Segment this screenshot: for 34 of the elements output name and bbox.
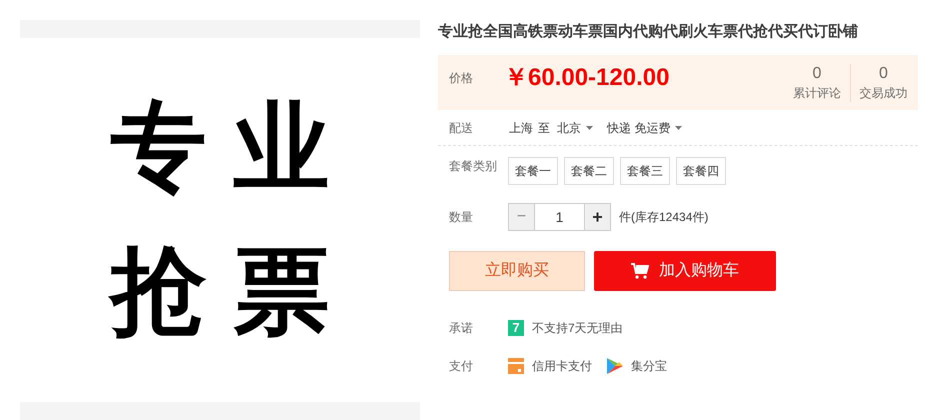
stat-label: 交易成功 [860, 84, 908, 102]
add-to-cart-button[interactable]: 加入购物车 [594, 251, 776, 291]
destination-dropdown[interactable]: 北京 [557, 118, 593, 136]
cart-icon [631, 263, 649, 279]
card-icon [508, 358, 524, 374]
caret-icon [586, 126, 593, 130]
play-triangle-icon [607, 358, 623, 374]
price-value: ￥60.00-120.00 [504, 62, 670, 92]
stat-label: 累计评论 [793, 84, 841, 102]
increase-button[interactable]: + [584, 203, 611, 231]
seven-day-badge: 7 [508, 320, 524, 336]
promise-label: 承诺 [449, 320, 474, 337]
shipping-dropdown[interactable]: 快递 免运费 [607, 118, 682, 136]
package-option[interactable]: 套餐四 [676, 157, 726, 185]
stat-count: 0 [879, 64, 888, 84]
price-label: 价格 [449, 70, 474, 86]
package-option[interactable]: 套餐三 [620, 157, 670, 185]
quantity-label: 数量 [449, 209, 474, 226]
delivery-from: 上海 [509, 120, 533, 136]
product-image-text: 抢 票 [110, 244, 330, 340]
payment-method: 信用卡支付 [532, 358, 592, 375]
promise-text: 不支持7天无理由 [532, 320, 623, 337]
delivery-label: 配送 [449, 120, 474, 136]
payment-label: 支付 [449, 358, 474, 375]
delivery-to-word: 至 [538, 120, 550, 136]
stat-count: 0 [812, 64, 822, 84]
package-option[interactable]: 套餐二 [564, 157, 614, 185]
package-option[interactable]: 套餐一 [508, 157, 558, 185]
product-image-text: 专 业 [110, 100, 330, 196]
payment-method: 集分宝 [631, 358, 667, 375]
package-label: 套餐类别 [449, 158, 498, 175]
product-title: 专业抢全国高铁票动车票国内代购代刷火车票代抢代买代订卧铺 [438, 22, 859, 42]
caret-icon [675, 126, 682, 130]
stock-text: 件(库存12434件) [619, 209, 708, 226]
